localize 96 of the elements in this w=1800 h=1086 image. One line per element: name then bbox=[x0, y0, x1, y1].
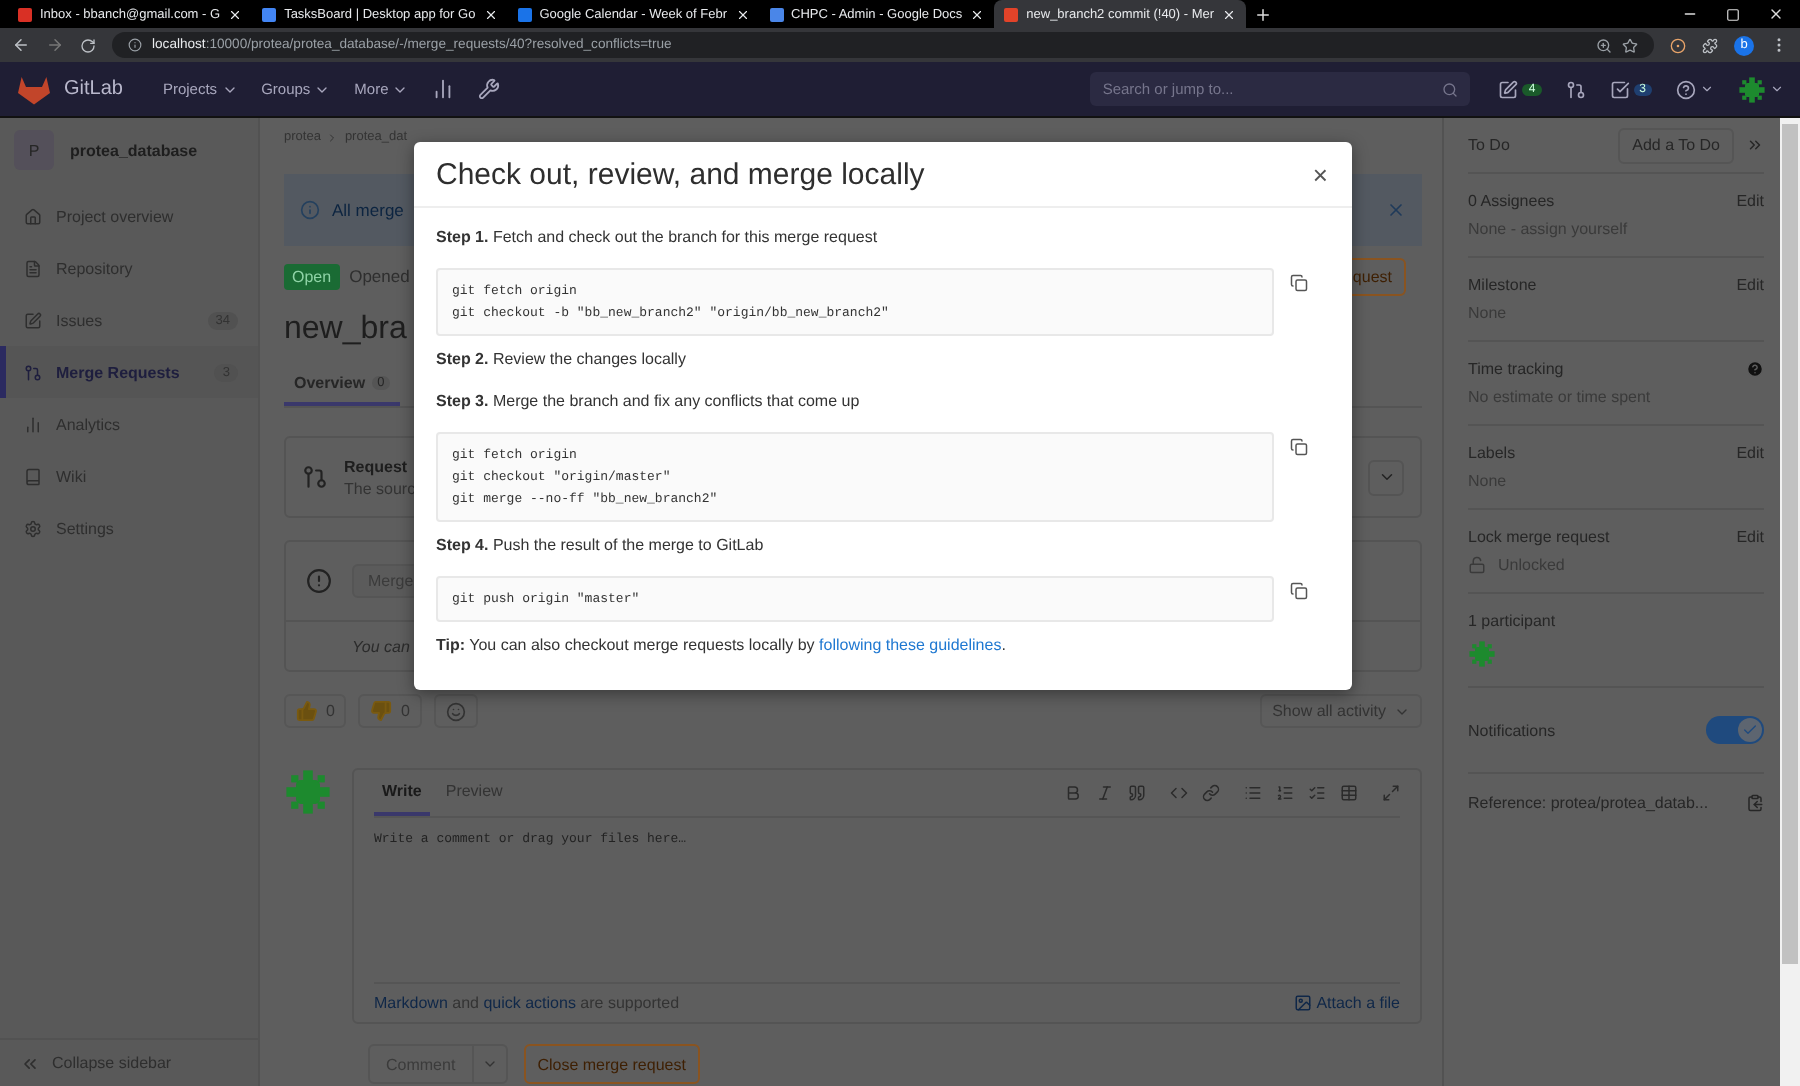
thumbs-up-icon bbox=[296, 700, 318, 722]
todo-label: To Do bbox=[1468, 136, 1510, 154]
chart-icon[interactable] bbox=[432, 78, 455, 100]
wrench-icon[interactable] bbox=[478, 78, 501, 100]
close-icon[interactable] bbox=[483, 7, 498, 21]
reference-text: Reference: protea/protea_datab... bbox=[1468, 794, 1709, 812]
section-title: Lock merge request bbox=[1468, 528, 1610, 546]
close-icon[interactable] bbox=[1222, 7, 1237, 21]
help-link[interactable]: quick actions bbox=[483, 994, 576, 1012]
copy-button[interactable] bbox=[1290, 582, 1308, 600]
bookmark-star-icon[interactable] bbox=[1622, 37, 1638, 53]
reload-icon[interactable] bbox=[80, 37, 96, 53]
copy-icon bbox=[1290, 582, 1308, 600]
forward-icon[interactable] bbox=[46, 36, 64, 54]
search-icon bbox=[1442, 81, 1459, 97]
copy-icon bbox=[1290, 438, 1308, 456]
close-button[interactable]: × bbox=[1312, 161, 1328, 187]
copy-button[interactable] bbox=[1290, 438, 1308, 456]
help-button[interactable] bbox=[1676, 79, 1714, 99]
close-icon[interactable] bbox=[1768, 6, 1784, 22]
info-icon bbox=[300, 200, 320, 220]
section-title: 1 participant bbox=[1468, 612, 1556, 630]
merge-request-icon[interactable] bbox=[1565, 79, 1586, 99]
back-icon[interactable] bbox=[12, 36, 30, 54]
status-badge: Open bbox=[284, 263, 340, 289]
help-icon[interactable] bbox=[1746, 360, 1764, 378]
user-menu[interactable] bbox=[1738, 75, 1784, 103]
brand-name: GitLab bbox=[64, 78, 123, 100]
notifications-toggle[interactable] bbox=[1706, 716, 1764, 744]
smiley-icon bbox=[445, 701, 466, 721]
step-text: Step 3. Merge the branch and fix any conflicts that come up bbox=[436, 390, 862, 414]
caret-icon bbox=[1377, 468, 1395, 486]
step-text: Step 2. Review the changes locally bbox=[436, 348, 688, 372]
edit-link[interactable]: Edit bbox=[1736, 444, 1764, 462]
close-icon[interactable] bbox=[735, 7, 750, 21]
extensions-icon[interactable] bbox=[1702, 37, 1718, 53]
caret-icon bbox=[481, 1056, 498, 1072]
edit-link[interactable]: Edit bbox=[1736, 276, 1764, 294]
zoom-icon[interactable] bbox=[1596, 37, 1612, 53]
alert-icon bbox=[306, 568, 332, 594]
check-icon bbox=[1742, 722, 1758, 738]
restore-icon[interactable] bbox=[1726, 7, 1740, 21]
section-title: Milestone bbox=[1468, 276, 1537, 294]
copy-icon bbox=[1290, 274, 1308, 292]
gitlab-logo-icon bbox=[16, 73, 52, 105]
guidelines-link[interactable]: following these guidelines bbox=[819, 636, 1002, 654]
project-name[interactable]: protea_database bbox=[70, 141, 198, 159]
caret-icon bbox=[1770, 82, 1784, 96]
merge-request-icon bbox=[24, 363, 42, 381]
close-icon[interactable] bbox=[228, 7, 243, 21]
thumbs-down-icon bbox=[370, 700, 393, 722]
extension-icon[interactable] bbox=[1670, 37, 1686, 53]
user-avatar-icon bbox=[284, 768, 332, 816]
add-todo-button[interactable]: Add a To Do bbox=[1618, 127, 1734, 163]
step-text: Step 4. Push the result of the merge to GitLab bbox=[436, 534, 766, 558]
close-icon[interactable] bbox=[970, 7, 985, 21]
help-link[interactable]: Markdown bbox=[374, 994, 448, 1012]
caret-icon bbox=[1700, 82, 1714, 96]
favicon-icon bbox=[517, 7, 532, 21]
scrollbar[interactable] bbox=[1780, 118, 1800, 1086]
favicon-icon bbox=[18, 7, 32, 21]
image-icon bbox=[1294, 994, 1313, 1012]
section-title: Labels bbox=[1468, 444, 1516, 462]
edit-link[interactable]: Edit bbox=[1736, 192, 1764, 210]
merge-request-icon bbox=[302, 464, 328, 490]
home-icon bbox=[24, 207, 42, 225]
editor-tab[interactable]: Write bbox=[374, 770, 430, 816]
collapse-icon bbox=[20, 1053, 40, 1073]
tip-text: Tip: You can also checkout merge requests locally by following these guidelines. bbox=[436, 634, 1008, 658]
section-title: Time tracking bbox=[1468, 360, 1564, 378]
close-merge-request-button[interactable]: Close merge request bbox=[523, 1044, 700, 1084]
notifications-label: Notifications bbox=[1468, 721, 1556, 739]
favicon-icon bbox=[769, 7, 784, 21]
modal-title: Check out, review, and merge locally bbox=[436, 157, 925, 191]
settings-icon bbox=[24, 519, 42, 537]
edit-link[interactable]: Edit bbox=[1736, 528, 1764, 546]
chart-icon bbox=[24, 415, 42, 433]
info-icon bbox=[128, 38, 142, 52]
favicon-icon bbox=[262, 7, 277, 21]
favicon-icon bbox=[1004, 7, 1019, 21]
alert-text: All merge bbox=[332, 200, 406, 220]
document-icon bbox=[24, 259, 42, 277]
issues-icon bbox=[24, 311, 42, 329]
book-icon bbox=[24, 467, 42, 485]
new-tab-icon[interactable] bbox=[1254, 5, 1273, 23]
user-avatar-icon bbox=[1738, 75, 1766, 103]
issues-icon bbox=[1498, 79, 1519, 99]
help-icon bbox=[1676, 79, 1696, 99]
copy-button[interactable] bbox=[1290, 274, 1308, 292]
request-title: Request bbox=[344, 457, 410, 475]
chevron-icon bbox=[326, 131, 339, 143]
merge-request-title: new_bra bbox=[284, 310, 407, 350]
step-text: Step 1. Fetch and check out the branch for this merge request bbox=[436, 226, 880, 250]
section-title: 0 Assignees bbox=[1468, 192, 1555, 210]
todo-icon bbox=[1609, 79, 1630, 99]
attach-file-link[interactable]: Attach a file bbox=[1294, 994, 1400, 1012]
